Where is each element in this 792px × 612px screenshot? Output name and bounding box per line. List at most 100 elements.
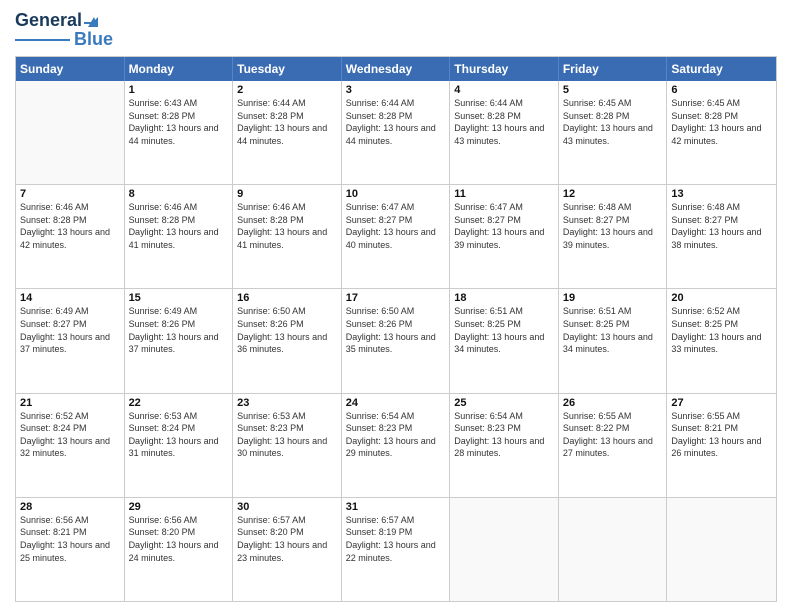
day-info: Sunrise: 6:44 AMSunset: 8:28 PMDaylight:… [454, 97, 554, 147]
calendar-cell: 7Sunrise: 6:46 AMSunset: 8:28 PMDaylight… [16, 185, 125, 288]
calendar-cell: 1Sunrise: 6:43 AMSunset: 8:28 PMDaylight… [125, 81, 234, 184]
calendar-cell [559, 498, 668, 601]
logo: General Blue [15, 10, 113, 50]
calendar-cell: 16Sunrise: 6:50 AMSunset: 8:26 PMDayligh… [233, 289, 342, 392]
calendar-cell: 4Sunrise: 6:44 AMSunset: 8:28 PMDaylight… [450, 81, 559, 184]
day-number: 30 [237, 501, 337, 513]
calendar-cell: 2Sunrise: 6:44 AMSunset: 8:28 PMDaylight… [233, 81, 342, 184]
day-info: Sunrise: 6:50 AMSunset: 8:26 PMDaylight:… [346, 305, 446, 355]
day-number: 22 [129, 397, 229, 409]
day-info: Sunrise: 6:52 AMSunset: 8:25 PMDaylight:… [671, 305, 772, 355]
logo-blue: Blue [74, 29, 113, 50]
day-number: 13 [671, 188, 772, 200]
day-number: 21 [20, 397, 120, 409]
calendar-cell [16, 81, 125, 184]
calendar-cell: 9Sunrise: 6:46 AMSunset: 8:28 PMDaylight… [233, 185, 342, 288]
day-number: 28 [20, 501, 120, 513]
calendar-cell: 12Sunrise: 6:48 AMSunset: 8:27 PMDayligh… [559, 185, 668, 288]
calendar-cell [450, 498, 559, 601]
calendar-cell: 20Sunrise: 6:52 AMSunset: 8:25 PMDayligh… [667, 289, 776, 392]
day-number: 1 [129, 84, 229, 96]
day-info: Sunrise: 6:54 AMSunset: 8:23 PMDaylight:… [454, 410, 554, 460]
day-info: Sunrise: 6:48 AMSunset: 8:27 PMDaylight:… [671, 201, 772, 251]
day-number: 31 [346, 501, 446, 513]
day-info: Sunrise: 6:51 AMSunset: 8:25 PMDaylight:… [454, 305, 554, 355]
day-info: Sunrise: 6:51 AMSunset: 8:25 PMDaylight:… [563, 305, 663, 355]
day-info: Sunrise: 6:53 AMSunset: 8:23 PMDaylight:… [237, 410, 337, 460]
calendar-cell: 19Sunrise: 6:51 AMSunset: 8:25 PMDayligh… [559, 289, 668, 392]
calendar-cell: 30Sunrise: 6:57 AMSunset: 8:20 PMDayligh… [233, 498, 342, 601]
calendar-row-5: 28Sunrise: 6:56 AMSunset: 8:21 PMDayligh… [16, 498, 776, 601]
calendar-cell: 5Sunrise: 6:45 AMSunset: 8:28 PMDaylight… [559, 81, 668, 184]
day-info: Sunrise: 6:49 AMSunset: 8:26 PMDaylight:… [129, 305, 229, 355]
calendar-body: 1Sunrise: 6:43 AMSunset: 8:28 PMDaylight… [16, 81, 776, 601]
day-info: Sunrise: 6:50 AMSunset: 8:26 PMDaylight:… [237, 305, 337, 355]
calendar-header: SundayMondayTuesdayWednesdayThursdayFrid… [16, 57, 776, 81]
calendar: SundayMondayTuesdayWednesdayThursdayFrid… [15, 56, 777, 602]
day-number: 25 [454, 397, 554, 409]
calendar-cell: 24Sunrise: 6:54 AMSunset: 8:23 PMDayligh… [342, 394, 451, 497]
day-number: 23 [237, 397, 337, 409]
calendar-cell: 6Sunrise: 6:45 AMSunset: 8:28 PMDaylight… [667, 81, 776, 184]
day-info: Sunrise: 6:44 AMSunset: 8:28 PMDaylight:… [346, 97, 446, 147]
day-number: 2 [237, 84, 337, 96]
calendar-cell: 17Sunrise: 6:50 AMSunset: 8:26 PMDayligh… [342, 289, 451, 392]
day-number: 12 [563, 188, 663, 200]
header-cell-saturday: Saturday [667, 57, 776, 81]
header-cell-sunday: Sunday [16, 57, 125, 81]
day-info: Sunrise: 6:45 AMSunset: 8:28 PMDaylight:… [671, 97, 772, 147]
day-number: 11 [454, 188, 554, 200]
day-info: Sunrise: 6:56 AMSunset: 8:21 PMDaylight:… [20, 514, 120, 564]
calendar-cell: 29Sunrise: 6:56 AMSunset: 8:20 PMDayligh… [125, 498, 234, 601]
day-info: Sunrise: 6:48 AMSunset: 8:27 PMDaylight:… [563, 201, 663, 251]
logo-general: General [15, 10, 82, 31]
day-number: 16 [237, 292, 337, 304]
day-info: Sunrise: 6:56 AMSunset: 8:20 PMDaylight:… [129, 514, 229, 564]
day-number: 18 [454, 292, 554, 304]
calendar-row-1: 1Sunrise: 6:43 AMSunset: 8:28 PMDaylight… [16, 81, 776, 185]
day-number: 17 [346, 292, 446, 304]
calendar-cell: 18Sunrise: 6:51 AMSunset: 8:25 PMDayligh… [450, 289, 559, 392]
calendar-cell: 8Sunrise: 6:46 AMSunset: 8:28 PMDaylight… [125, 185, 234, 288]
calendar-row-4: 21Sunrise: 6:52 AMSunset: 8:24 PMDayligh… [16, 394, 776, 498]
day-info: Sunrise: 6:46 AMSunset: 8:28 PMDaylight:… [237, 201, 337, 251]
logo-underline [15, 39, 70, 41]
day-number: 8 [129, 188, 229, 200]
header-cell-thursday: Thursday [450, 57, 559, 81]
day-number: 6 [671, 84, 772, 96]
calendar-cell [667, 498, 776, 601]
page: General Blue SundayMondayTuesdayWednesda… [0, 0, 792, 612]
day-info: Sunrise: 6:46 AMSunset: 8:28 PMDaylight:… [20, 201, 120, 251]
header-cell-tuesday: Tuesday [233, 57, 342, 81]
header-cell-monday: Monday [125, 57, 234, 81]
calendar-cell: 21Sunrise: 6:52 AMSunset: 8:24 PMDayligh… [16, 394, 125, 497]
day-info: Sunrise: 6:57 AMSunset: 8:19 PMDaylight:… [346, 514, 446, 564]
day-number: 19 [563, 292, 663, 304]
header-cell-wednesday: Wednesday [342, 57, 451, 81]
calendar-cell: 13Sunrise: 6:48 AMSunset: 8:27 PMDayligh… [667, 185, 776, 288]
header-cell-friday: Friday [559, 57, 668, 81]
calendar-cell: 11Sunrise: 6:47 AMSunset: 8:27 PMDayligh… [450, 185, 559, 288]
day-info: Sunrise: 6:43 AMSunset: 8:28 PMDaylight:… [129, 97, 229, 147]
calendar-cell: 25Sunrise: 6:54 AMSunset: 8:23 PMDayligh… [450, 394, 559, 497]
calendar-cell: 15Sunrise: 6:49 AMSunset: 8:26 PMDayligh… [125, 289, 234, 392]
day-number: 29 [129, 501, 229, 513]
calendar-cell: 10Sunrise: 6:47 AMSunset: 8:27 PMDayligh… [342, 185, 451, 288]
day-number: 4 [454, 84, 554, 96]
day-number: 26 [563, 397, 663, 409]
day-info: Sunrise: 6:47 AMSunset: 8:27 PMDaylight:… [346, 201, 446, 251]
day-info: Sunrise: 6:55 AMSunset: 8:22 PMDaylight:… [563, 410, 663, 460]
calendar-cell: 26Sunrise: 6:55 AMSunset: 8:22 PMDayligh… [559, 394, 668, 497]
day-info: Sunrise: 6:55 AMSunset: 8:21 PMDaylight:… [671, 410, 772, 460]
day-number: 20 [671, 292, 772, 304]
logo-icon [84, 13, 100, 29]
day-number: 27 [671, 397, 772, 409]
calendar-cell: 31Sunrise: 6:57 AMSunset: 8:19 PMDayligh… [342, 498, 451, 601]
day-info: Sunrise: 6:54 AMSunset: 8:23 PMDaylight:… [346, 410, 446, 460]
day-number: 14 [20, 292, 120, 304]
day-number: 10 [346, 188, 446, 200]
day-info: Sunrise: 6:49 AMSunset: 8:27 PMDaylight:… [20, 305, 120, 355]
calendar-cell: 23Sunrise: 6:53 AMSunset: 8:23 PMDayligh… [233, 394, 342, 497]
day-info: Sunrise: 6:52 AMSunset: 8:24 PMDaylight:… [20, 410, 120, 460]
day-info: Sunrise: 6:57 AMSunset: 8:20 PMDaylight:… [237, 514, 337, 564]
